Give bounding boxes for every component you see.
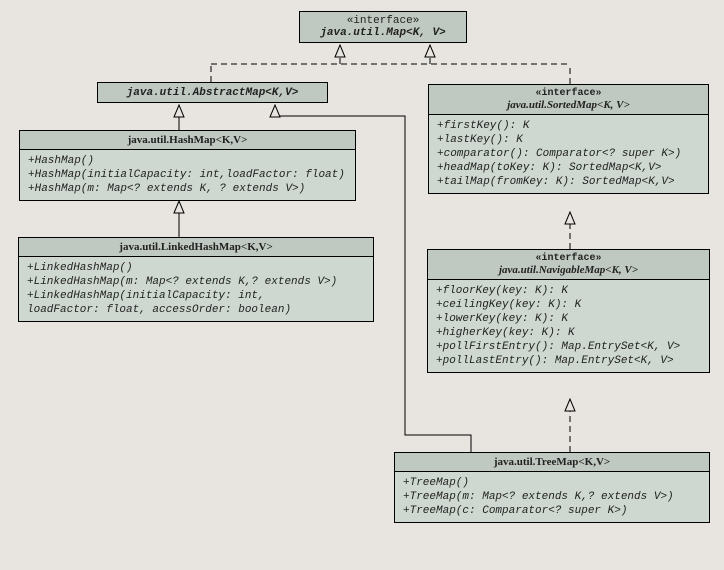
method: +HashMap(m: Map<? extends K, ? extends V… bbox=[28, 182, 347, 196]
method: +tailMap(fromKey: K): SortedMap<K,V> bbox=[437, 175, 700, 189]
method: +lowerKey(key: K): K bbox=[436, 312, 701, 326]
method: +HashMap(initialCapacity: int,loadFactor… bbox=[28, 168, 347, 182]
class-title: java.util.HashMap<K,V> bbox=[128, 134, 248, 146]
method: +firstKey(): K bbox=[437, 119, 700, 133]
method: +comparator(): Comparator<? super K>) bbox=[437, 147, 700, 161]
method: +higherKey(key: K): K bbox=[436, 326, 701, 340]
class-sortedmap: «interface» java.util.SortedMap<K, V> +f… bbox=[428, 84, 709, 194]
class-title: java.util.NavigableMap<K, V> bbox=[434, 264, 703, 276]
method: +TreeMap(m: Map<? extends K,? extends V>… bbox=[403, 490, 701, 504]
method: +pollLastEntry(): Map.EntrySet<K, V> bbox=[436, 354, 701, 368]
method: +HashMap() bbox=[28, 154, 347, 168]
method: +headMap(toKey: K): SortedMap<K,V> bbox=[437, 161, 700, 175]
class-title: java.util.AbstractMap<K,V> bbox=[127, 87, 299, 99]
class-treemap: java.util.TreeMap<K,V> +TreeMap() +TreeM… bbox=[394, 452, 710, 523]
method: +LinkedHashMap(initialCapacity: int, bbox=[27, 289, 365, 303]
stereotype: «interface» bbox=[435, 88, 702, 99]
method: +floorKey(key: K): K bbox=[436, 284, 701, 298]
method: +LinkedHashMap() bbox=[27, 261, 365, 275]
method: +LinkedHashMap(m: Map<? extends K,? exte… bbox=[27, 275, 365, 289]
class-hashmap: java.util.HashMap<K,V> +HashMap() +HashM… bbox=[19, 130, 356, 201]
class-title: java.util.Map<K, V> bbox=[306, 27, 460, 39]
class-linkedhashmap: java.util.LinkedHashMap<K,V> +LinkedHash… bbox=[18, 237, 374, 322]
class-abstract-map: java.util.AbstractMap<K,V> bbox=[97, 82, 328, 103]
method: +TreeMap(c: Comparator<? super K>) bbox=[403, 504, 701, 518]
class-map: «interface» java.util.Map<K, V> bbox=[299, 11, 467, 43]
method: loadFactor: float, accessOrder: boolean) bbox=[27, 303, 365, 317]
stereotype: «interface» bbox=[306, 15, 460, 27]
method: +ceilingKey(key: K): K bbox=[436, 298, 701, 312]
class-title: java.util.SortedMap<K, V> bbox=[435, 99, 702, 111]
method: +TreeMap() bbox=[403, 476, 701, 490]
method: +pollFirstEntry(): Map.EntrySet<K, V> bbox=[436, 340, 701, 354]
stereotype: «interface» bbox=[434, 253, 703, 264]
class-title: java.util.LinkedHashMap<K,V> bbox=[119, 241, 272, 253]
class-navigablemap: «interface» java.util.NavigableMap<K, V>… bbox=[427, 249, 710, 373]
method: +lastKey(): K bbox=[437, 133, 700, 147]
class-title: java.util.TreeMap<K,V> bbox=[494, 456, 610, 468]
